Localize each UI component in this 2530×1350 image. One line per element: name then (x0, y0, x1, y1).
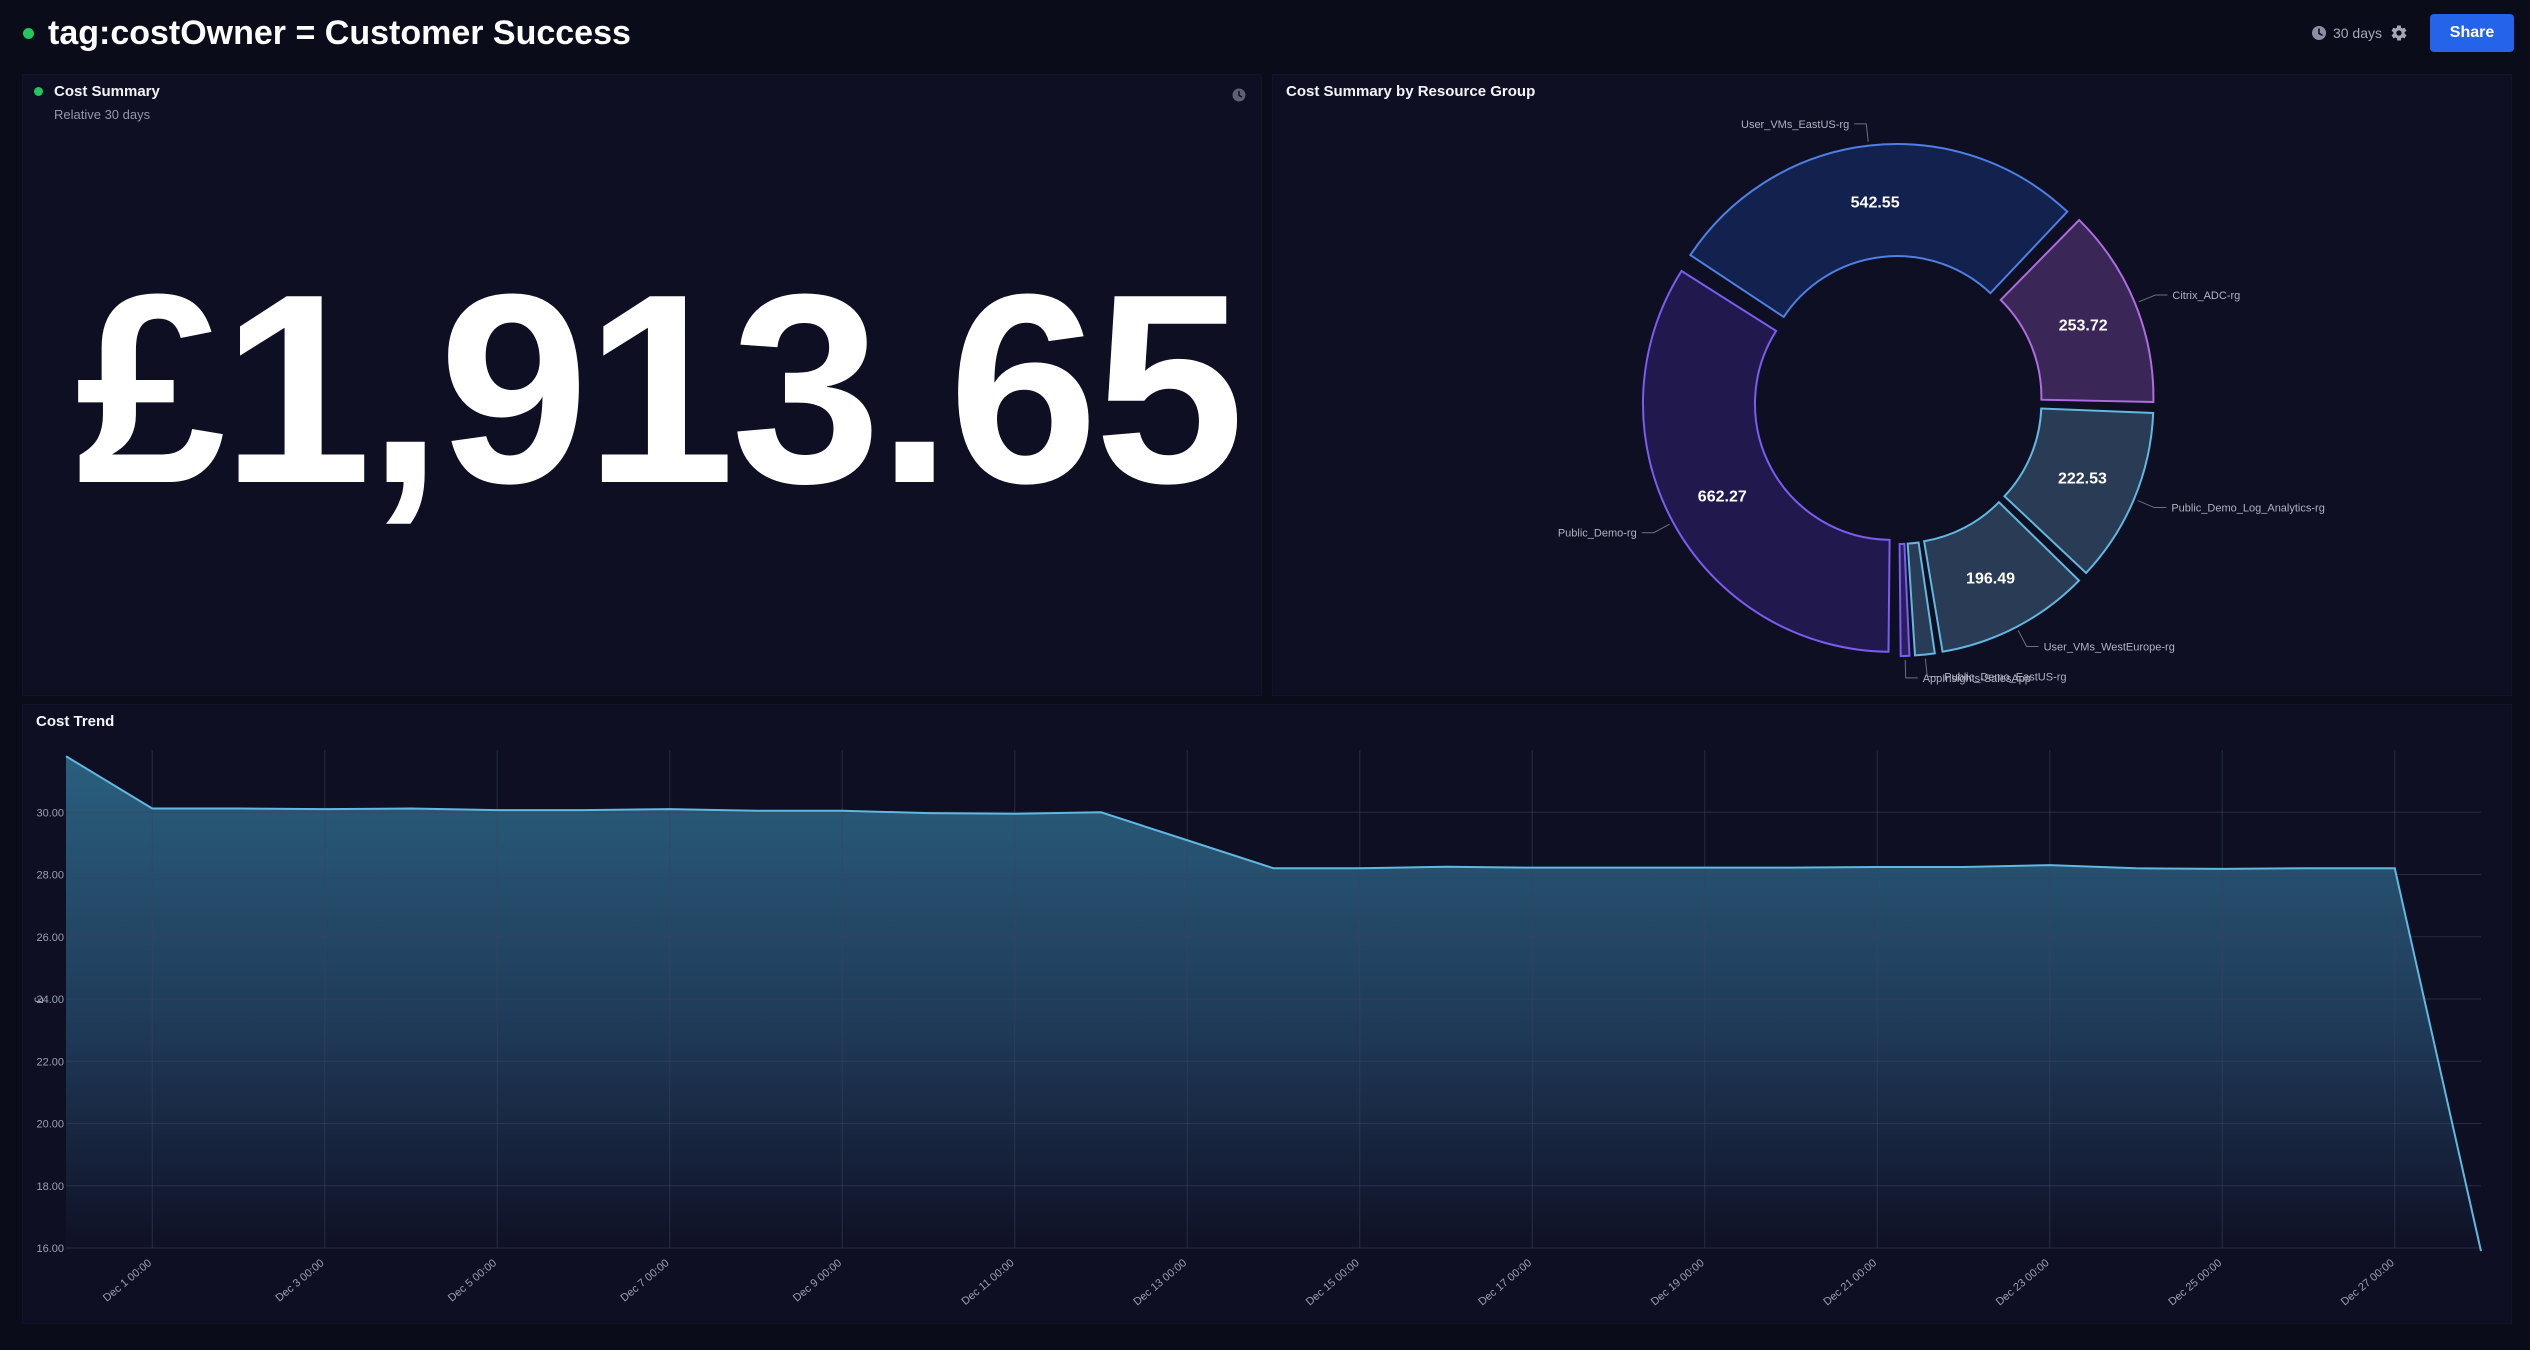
page-title: tag:costOwner = Customer Success (48, 14, 631, 52)
dashboard-header: tag:costOwner = Customer Success 30 days… (0, 0, 2530, 66)
x-tick-label: Dec 19 00:00 (1649, 1257, 1707, 1308)
slice-leader-line (1854, 123, 1869, 142)
slice-leader-line (2017, 630, 2039, 647)
live-indicator (34, 87, 43, 96)
trend-area-fill (66, 756, 2481, 1252)
cost-trend-panel: Cost Trend 16.00 18.00 20.00 22.00 24.00 26.0… (22, 704, 2512, 1324)
y-tick-label: 16.00 (36, 1243, 64, 1255)
slice-value-label: 222.53 (2058, 470, 2107, 487)
cost-summary-panel: Cost Summary Relative 30 days £1,913.65 (22, 74, 1262, 696)
slice-leader-line (2137, 500, 2167, 509)
x-tick-label: Dec 7 00:00 (619, 1257, 672, 1304)
slice-value-label: 196.49 (1966, 570, 2015, 587)
x-tick-label: Dec 15 00:00 (1304, 1257, 1362, 1308)
slice-category-label: User_VMs_WestEurope-rg (2044, 641, 2175, 653)
y-tick-label: 26.00 (36, 932, 64, 944)
x-tick-label: Dec 27 00:00 (2339, 1257, 2397, 1308)
x-tick-label: Dec 13 00:00 (1131, 1257, 1189, 1308)
slice-value-label: 662.27 (1698, 488, 1747, 505)
gear-icon[interactable] (2390, 24, 2408, 42)
cost-summary-subtitle: Relative 30 days (54, 107, 151, 122)
x-tick-label: Dec 23 00:00 (1994, 1257, 2052, 1308)
y-tick-label: 30.00 (36, 807, 64, 819)
x-tick-label: Dec 5 00:00 (446, 1257, 499, 1304)
x-tick-label: Dec 3 00:00 (274, 1257, 327, 1304)
slice-category-label: User_VMs_EastUS-rg (1741, 119, 1849, 131)
cost-summary-title: Cost Summary (54, 83, 160, 100)
time-range-label[interactable]: 30 days (2333, 25, 2382, 41)
dashboard-controls: 30 days Share (2311, 14, 2514, 52)
slice-leader-line (1641, 523, 1670, 534)
x-tick-label: Dec 1 00:00 (101, 1257, 154, 1304)
status-indicator (23, 28, 34, 39)
slice-leader-line (1904, 659, 1918, 679)
y-tick-label: 20.00 (36, 1119, 64, 1131)
slice-category-label: AppInsights-SalesApp (1923, 673, 2031, 685)
slice-category-label: Public_Demo_Log_Analytics-rg (2171, 503, 2324, 515)
x-tick-label: Dec 17 00:00 (1476, 1257, 1534, 1308)
total-cost-value: £1,913.65 (75, 239, 1244, 540)
clock-icon[interactable] (2311, 25, 2327, 41)
slice-category-label: Citrix_ADC-rg (2172, 290, 2240, 302)
slice-category-label: Public_Demo-rg (1558, 528, 1637, 540)
x-tick-label: Dec 9 00:00 (791, 1257, 844, 1304)
history-icon[interactable] (1231, 87, 1247, 103)
x-tick-label: Dec 25 00:00 (2166, 1257, 2224, 1308)
resource-group-panel: Cost Summary by Resource Group 662.27 Pub… (1272, 74, 2512, 696)
x-tick-label: Dec 11 00:00 (959, 1257, 1016, 1308)
cost-trend-chart: 16.0018.0020.0022.0024.0026.0028.0030.00… (32, 750, 2482, 1308)
slice-value-label: 542.55 (1851, 194, 1900, 211)
donut-slice-public-demo-rg[interactable] (1641, 269, 1891, 653)
y-tick-label: 18.00 (36, 1181, 64, 1193)
y-tick-label: 22.00 (36, 1056, 64, 1068)
slice-value-label: 253.72 (2059, 317, 2108, 334)
share-button[interactable]: Share (2430, 14, 2514, 52)
x-tick-label: Dec 21 00:00 (1821, 1257, 1879, 1308)
y-tick-label: 28.00 (36, 870, 64, 882)
slice-leader-line (2138, 294, 2168, 303)
y-axis-label: £ (32, 996, 46, 1003)
donut-chart: 662.27 Public_Demo-rg 542.55 User_VMs_EastU… (1558, 119, 2325, 685)
